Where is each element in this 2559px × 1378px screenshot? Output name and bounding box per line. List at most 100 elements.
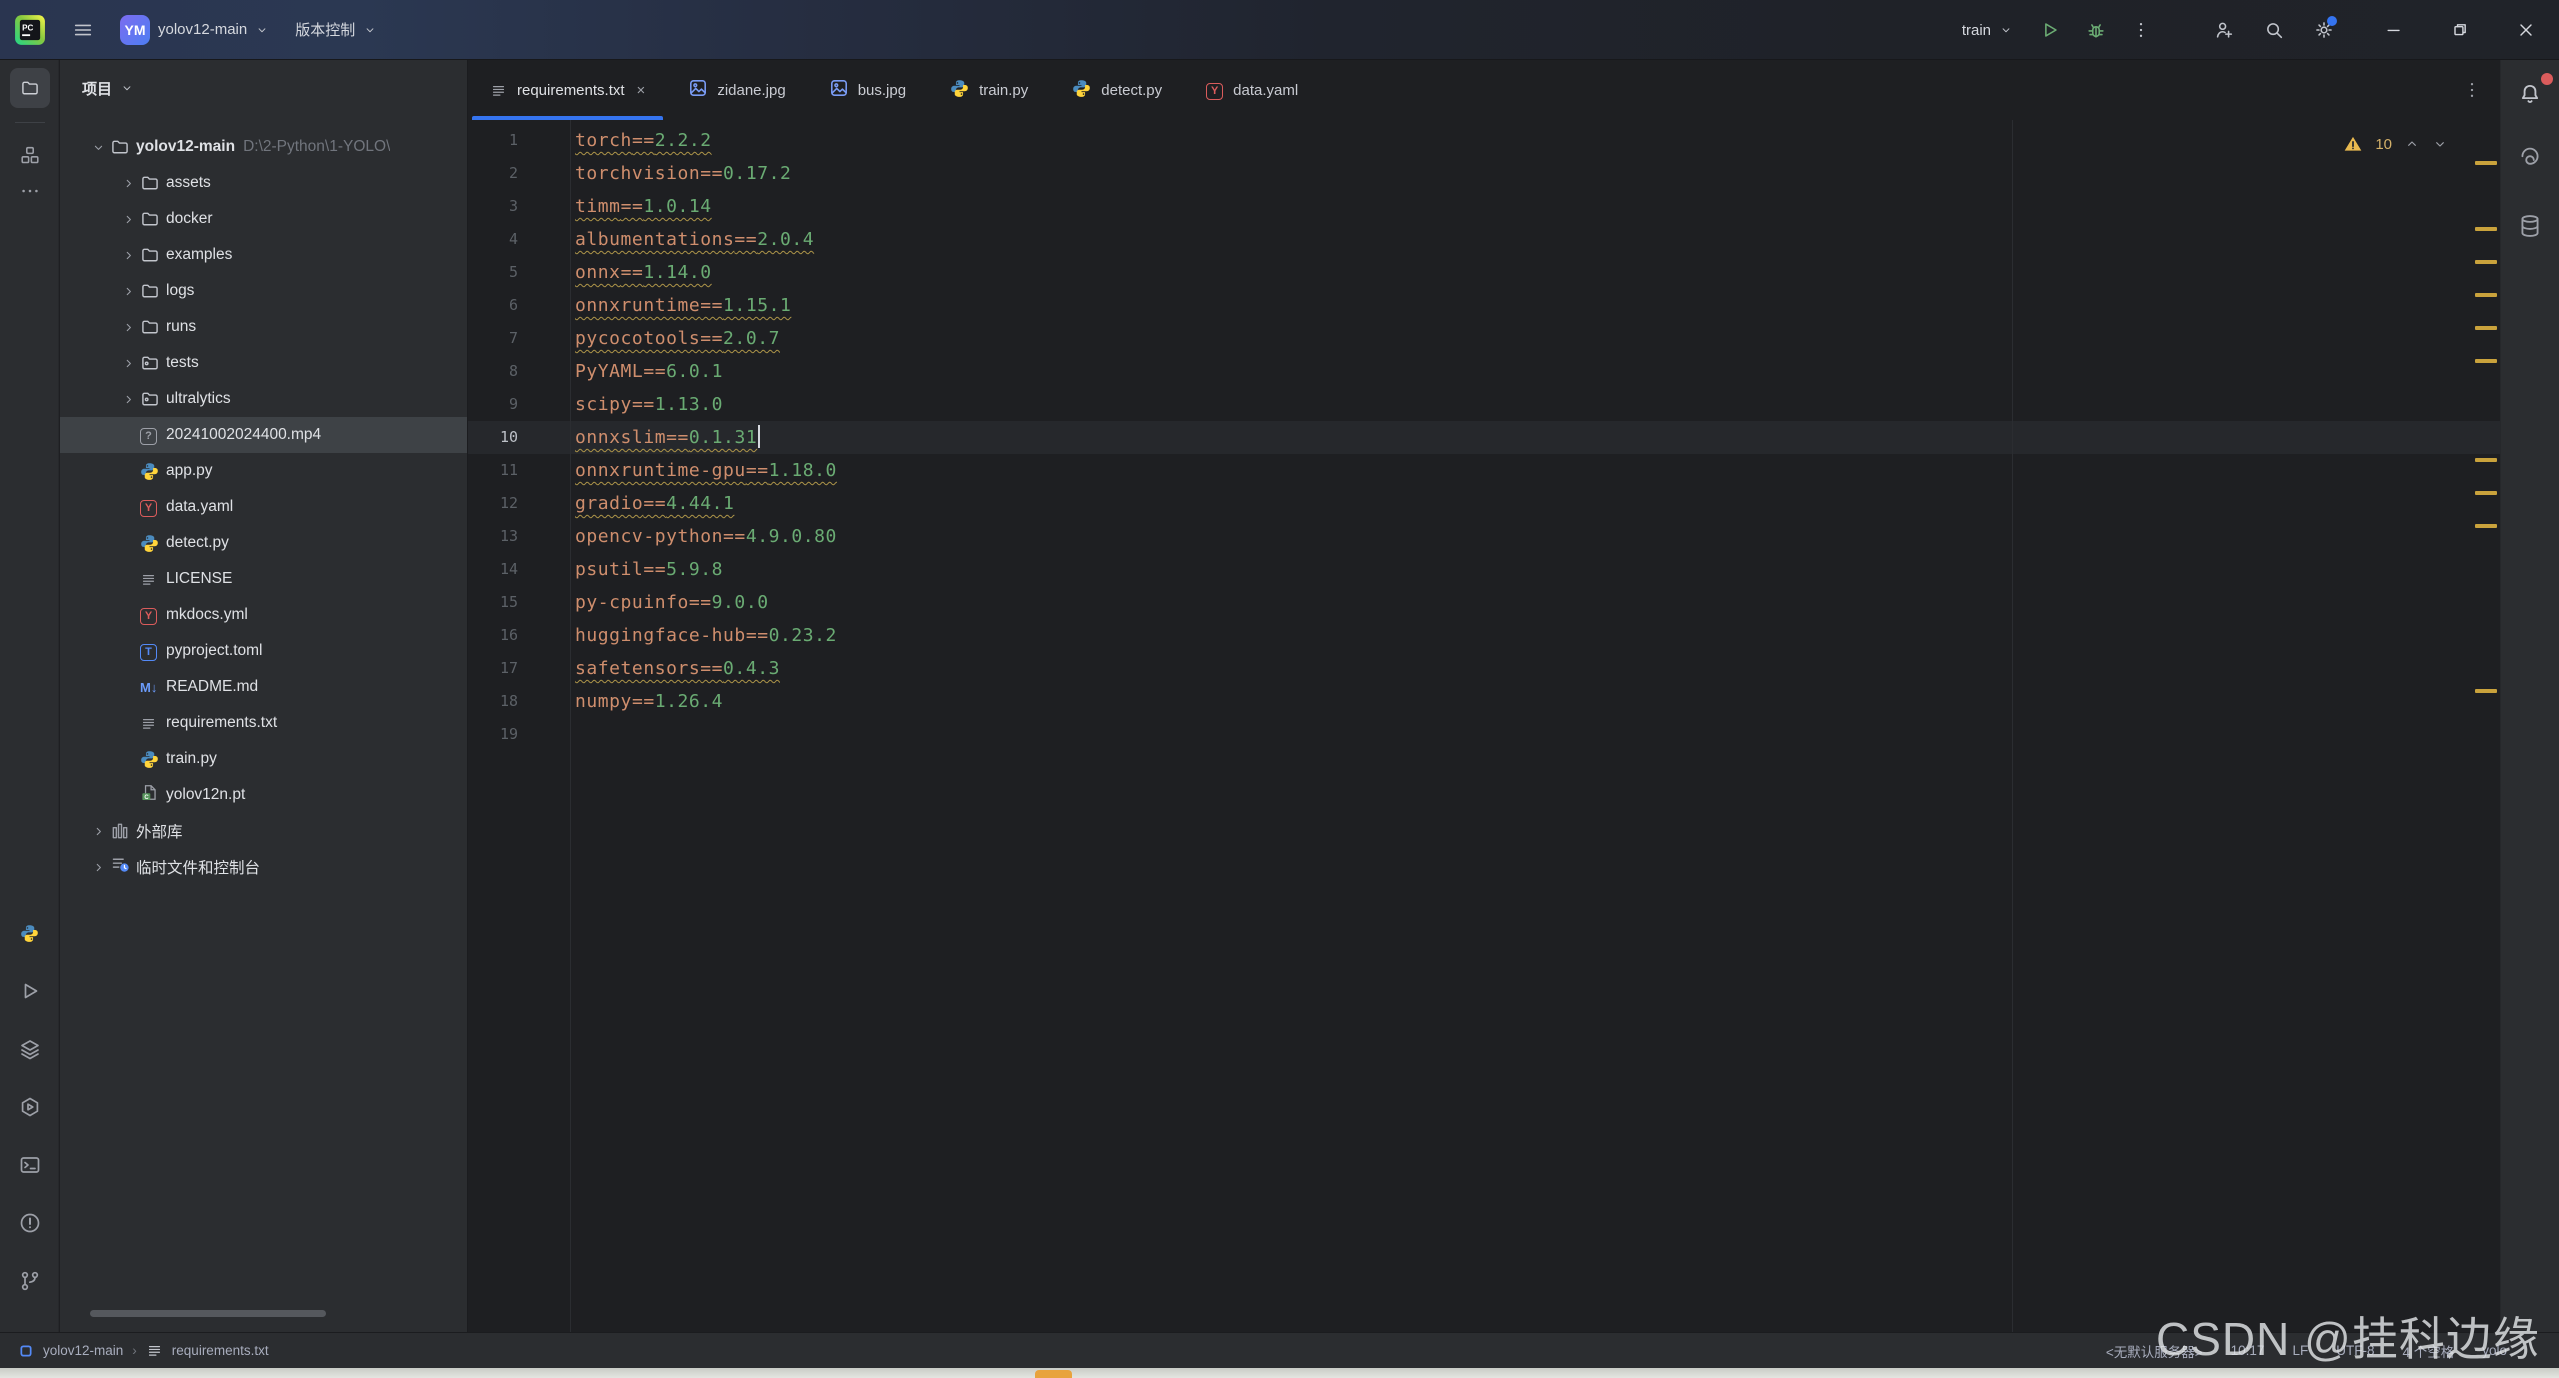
more-tool-windows-icon[interactable] [10, 173, 50, 209]
search-everywhere-button[interactable] [2263, 19, 2285, 41]
tree-item-docker[interactable]: docker [60, 201, 467, 237]
error-stripe-warning-mark[interactable] [2475, 524, 2497, 528]
debug-button[interactable] [2085, 19, 2107, 41]
close-button[interactable] [2493, 0, 2559, 60]
code-line-7[interactable]: 7pycocotools==2.0.7 [468, 322, 2500, 355]
tree-item-20241002024400.mp4[interactable]: ?20241002024400.mp4 [60, 417, 467, 453]
code-line-12[interactable]: 12gradio==4.44.1 [468, 487, 2500, 520]
maximize-button[interactable] [2427, 0, 2493, 60]
tree-item-tests[interactable]: tests [60, 345, 467, 381]
error-stripe-warning-mark[interactable] [2475, 326, 2497, 330]
tree-chevron-icon[interactable] [116, 176, 140, 191]
error-stripe-warning-mark[interactable] [2475, 293, 2497, 297]
settings-button[interactable] [2313, 19, 2335, 41]
status-project-name[interactable]: yolov12-main [43, 1343, 123, 1358]
tree-item-runs[interactable]: runs [60, 309, 467, 345]
tree-chevron-icon[interactable] [116, 356, 140, 371]
error-stripe-warning-mark[interactable] [2475, 260, 2497, 264]
tree-chevron-icon[interactable] [116, 248, 140, 263]
tree-chevron-icon[interactable] [116, 392, 140, 407]
tree-item-app.py[interactable]: app.py [60, 453, 467, 489]
tree-item-yolov12n.pt[interactable]: Cyolov12n.pt [60, 777, 467, 813]
tree-item-LICENSE[interactable]: LICENSE [60, 561, 467, 597]
editor-pane[interactable]: 1torch==2.2.22torchvision==0.17.23timm==… [468, 120, 2500, 1332]
project-panel-header[interactable]: 项目 [60, 60, 134, 116]
version-control-icon[interactable] [10, 1267, 50, 1295]
run-config-selector[interactable]: train [1962, 22, 2013, 39]
tree-chevron-icon[interactable] [86, 860, 110, 875]
error-stripe-warning-mark[interactable] [2475, 689, 2497, 693]
code-line-1[interactable]: 1torch==2.2.2 [468, 124, 2500, 157]
code-line-19[interactable]: 19 [468, 718, 2500, 751]
code-line-4[interactable]: 4albumentations==2.0.4 [468, 223, 2500, 256]
code-line-9[interactable]: 9scipy==1.13.0 [468, 388, 2500, 421]
tree-item-README.md[interactable]: M↓README.md [60, 669, 467, 705]
error-stripe-warning-mark[interactable] [2475, 491, 2497, 495]
tree-chevron-icon[interactable] [86, 140, 110, 155]
code-line-8[interactable]: 8PyYAML==6.0.1 [468, 355, 2500, 388]
tree-chevron-icon[interactable] [116, 284, 140, 299]
tree-item-detect.py[interactable]: detect.py [60, 525, 467, 561]
tree-chevron-icon[interactable] [86, 824, 110, 839]
error-stripe-warning-mark[interactable] [2475, 161, 2497, 165]
run-anything-icon[interactable] [10, 1093, 50, 1121]
tab-data.yaml[interactable]: Ydata.yaml [1184, 60, 1320, 120]
tree-item-mkdocs.yml[interactable]: Ymkdocs.yml [60, 597, 467, 633]
tree-chevron-icon[interactable] [116, 212, 140, 227]
code-with-me-button[interactable] [2213, 19, 2235, 41]
error-stripe-warning-mark[interactable] [2475, 458, 2497, 462]
code-line-16[interactable]: 16huggingface-hub==0.23.2 [468, 619, 2500, 652]
tab-zidane.jpg[interactable]: zidane.jpg [667, 60, 807, 120]
structure-icon[interactable] [10, 137, 50, 173]
status-file-name[interactable]: requirements.txt [172, 1343, 269, 1358]
tree-item-外部库[interactable]: 外部库 [60, 813, 467, 849]
code-line-18[interactable]: 18numpy==1.26.4 [468, 685, 2500, 718]
problems-icon[interactable] [10, 1209, 50, 1237]
tree-item-assets[interactable]: assets [60, 165, 467, 201]
code-line-6[interactable]: 6onnxruntime==1.15.1 [468, 289, 2500, 322]
tree-item-ultralytics[interactable]: ultralytics [60, 381, 467, 417]
tab-train.py[interactable]: train.py [928, 60, 1050, 120]
database-icon[interactable] [2510, 208, 2550, 244]
tree-item-examples[interactable]: examples [60, 237, 467, 273]
project-folder-icon[interactable] [10, 68, 50, 108]
tab-options-icon[interactable] [2462, 60, 2482, 120]
tree-item-临时文件和控制台[interactable]: 临时文件和控制台 [60, 849, 467, 885]
tree-item-data.yaml[interactable]: Ydata.yaml [60, 489, 467, 525]
error-stripe-warning-mark[interactable] [2475, 359, 2497, 363]
project-switcher[interactable]: YM yolov12-main [120, 15, 269, 45]
tab-close-icon[interactable]: × [637, 82, 646, 99]
tree-item-pyproject.toml[interactable]: Tpyproject.toml [60, 633, 467, 669]
services-icon[interactable] [10, 1035, 50, 1063]
tree-item-requirements.txt[interactable]: requirements.txt [60, 705, 467, 741]
code-line-13[interactable]: 13opencv-python==4.9.0.80 [468, 520, 2500, 553]
code-line-3[interactable]: 3timm==1.0.14 [468, 190, 2500, 223]
code-line-5[interactable]: 5onnx==1.14.0 [468, 256, 2500, 289]
run-button[interactable] [2039, 19, 2061, 41]
ai-assistant-icon[interactable] [2510, 142, 2550, 178]
run-tool-icon[interactable] [10, 977, 50, 1005]
tree-item-train.py[interactable]: train.py [60, 741, 467, 777]
vcs-menu[interactable]: 版本控制 [295, 19, 377, 40]
code-line-10[interactable]: 10onnxslim==0.1.31 [468, 421, 2500, 454]
tree-item-yolov12-main[interactable]: yolov12-mainD:\2-Python\1-YOLO\ [60, 129, 467, 165]
inspections-widget[interactable]: 10 [2343, 134, 2448, 154]
minimize-button[interactable] [2361, 0, 2427, 60]
tree-horizontal-scrollbar[interactable] [90, 1310, 326, 1317]
python-packages-icon[interactable] [10, 919, 50, 947]
notifications-button[interactable] [2510, 76, 2550, 112]
code-line-2[interactable]: 2torchvision==0.17.2 [468, 157, 2500, 190]
tree-item-logs[interactable]: logs [60, 273, 467, 309]
tab-bus.jpg[interactable]: bus.jpg [808, 60, 928, 120]
previous-warning-icon[interactable] [2404, 136, 2420, 152]
more-actions-button[interactable] [2131, 20, 2151, 40]
tab-requirements.txt[interactable]: requirements.txt× [468, 60, 667, 120]
tree-chevron-icon[interactable] [116, 320, 140, 335]
code-line-11[interactable]: 11onnxruntime-gpu==1.18.0 [468, 454, 2500, 487]
terminal-icon[interactable] [10, 1151, 50, 1179]
tab-detect.py[interactable]: detect.py [1050, 60, 1184, 120]
error-stripe-warning-mark[interactable] [2475, 227, 2497, 231]
code-line-15[interactable]: 15py-cpuinfo==9.0.0 [468, 586, 2500, 619]
main-menu-button[interactable] [72, 19, 94, 41]
next-warning-icon[interactable] [2432, 136, 2448, 152]
